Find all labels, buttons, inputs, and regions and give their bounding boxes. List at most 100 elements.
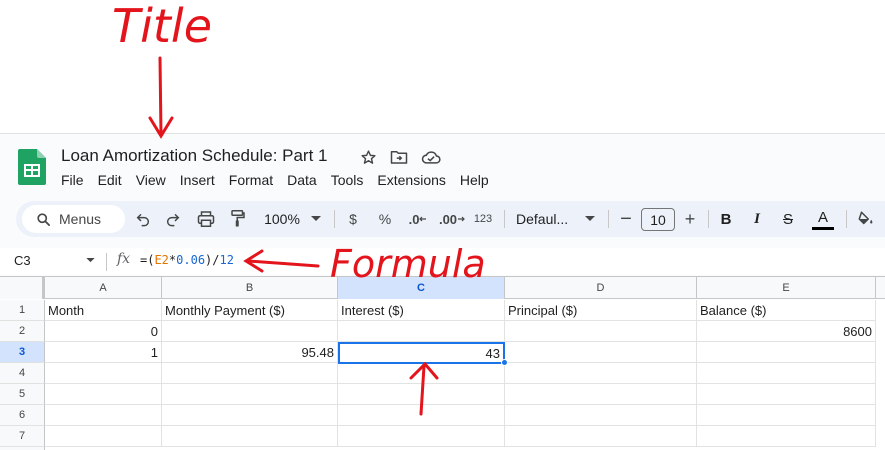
strikethrough-button[interactable]: S bbox=[778, 201, 798, 237]
search-menus-button[interactable]: Menus bbox=[22, 205, 125, 233]
active-cell-c3[interactable]: 43 bbox=[338, 342, 505, 364]
cloud-saved-icon[interactable] bbox=[421, 147, 441, 167]
menu-extensions[interactable]: Extensions bbox=[370, 170, 452, 190]
cell-e2[interactable]: 8600 bbox=[697, 321, 876, 342]
cell-e1[interactable]: Balance ($) bbox=[697, 300, 876, 321]
cell-c5[interactable] bbox=[338, 384, 505, 405]
star-icon[interactable] bbox=[358, 147, 378, 167]
formula-bar: C3 fx =(E2*0.06)/12 bbox=[0, 248, 885, 275]
print-button[interactable] bbox=[194, 201, 218, 237]
cell-a6[interactable] bbox=[45, 405, 162, 426]
name-box-dropdown-icon[interactable] bbox=[86, 258, 95, 263]
row-header-1[interactable]: 1 bbox=[0, 300, 45, 321]
move-to-folder-icon[interactable] bbox=[389, 147, 409, 167]
fill-color-button[interactable] bbox=[854, 201, 878, 237]
cell-a5[interactable] bbox=[45, 384, 162, 405]
text-color-button[interactable]: A bbox=[811, 201, 835, 237]
menu-edit[interactable]: Edit bbox=[91, 170, 129, 190]
row-header-6[interactable]: 6 bbox=[0, 405, 45, 426]
undo-button[interactable] bbox=[132, 201, 154, 237]
row-header-4[interactable]: 4 bbox=[0, 363, 45, 384]
cell-a4[interactable] bbox=[45, 363, 162, 384]
cell-e5[interactable] bbox=[697, 384, 876, 405]
cell-e3[interactable] bbox=[697, 342, 876, 363]
column-header-a[interactable]: A bbox=[45, 277, 162, 299]
cell-d7[interactable] bbox=[505, 426, 697, 447]
cell-e6[interactable] bbox=[697, 405, 876, 426]
fx-icon: fx bbox=[117, 251, 131, 267]
column-header-c[interactable]: C bbox=[338, 277, 505, 299]
annotation-title-label: Title bbox=[112, 0, 212, 53]
row-header-7[interactable]: 7 bbox=[0, 426, 45, 447]
font-dropdown-icon[interactable] bbox=[582, 201, 598, 237]
font-family-select[interactable]: Defaul... bbox=[516, 201, 578, 237]
formula-part: =( bbox=[140, 253, 155, 267]
increase-decimal-button[interactable]: .00 bbox=[438, 201, 466, 237]
cell-b1[interactable]: Monthly Payment ($) bbox=[162, 300, 338, 321]
menu-view[interactable]: View bbox=[129, 170, 173, 190]
row-header-3[interactable]: 3 bbox=[0, 342, 45, 363]
cell-d4[interactable] bbox=[505, 363, 697, 384]
cell-b4[interactable] bbox=[162, 363, 338, 384]
name-box[interactable]: C3 bbox=[14, 253, 31, 268]
column-header-row: A B C D E bbox=[0, 277, 885, 299]
paint-format-button[interactable] bbox=[226, 201, 250, 237]
cell-c2[interactable] bbox=[338, 321, 505, 342]
formula-part: )/ bbox=[205, 253, 220, 267]
font-size-input[interactable]: 10 bbox=[641, 208, 675, 231]
cell-a7[interactable] bbox=[45, 426, 162, 447]
sheets-logo-icon[interactable] bbox=[18, 149, 46, 185]
formula-cell-reference: E2 bbox=[154, 253, 169, 267]
row-header-5[interactable]: 5 bbox=[0, 384, 45, 405]
zoom-select[interactable]: 100% bbox=[260, 201, 304, 237]
menu-tools[interactable]: Tools bbox=[324, 170, 371, 190]
cell-b7[interactable] bbox=[162, 426, 338, 447]
cell-b6[interactable] bbox=[162, 405, 338, 426]
cell-a3[interactable]: 1 bbox=[45, 342, 162, 363]
toolbar-divider bbox=[708, 210, 709, 228]
select-all-corner[interactable] bbox=[0, 277, 45, 299]
increase-font-size-button[interactable]: + bbox=[680, 201, 700, 237]
percent-format-button[interactable]: % bbox=[374, 201, 396, 237]
redo-button[interactable] bbox=[162, 201, 184, 237]
cell-c1[interactable]: Interest ($) bbox=[338, 300, 505, 321]
decrease-font-size-button[interactable]: − bbox=[616, 201, 636, 237]
menu-bar: File Edit View Insert Format Data Tools … bbox=[54, 170, 496, 190]
menu-insert[interactable]: Insert bbox=[173, 170, 222, 190]
currency-format-button[interactable]: $ bbox=[342, 201, 364, 237]
more-formats-button[interactable]: 123 bbox=[472, 201, 494, 237]
cell-c6[interactable] bbox=[338, 405, 505, 426]
column-header-b[interactable]: B bbox=[162, 277, 338, 299]
decrease-decimal-button[interactable]: .0 bbox=[406, 201, 430, 237]
column-header-d[interactable]: D bbox=[505, 277, 697, 299]
cell-e4[interactable] bbox=[697, 363, 876, 384]
cell-b2[interactable] bbox=[162, 321, 338, 342]
cell-b3[interactable]: 95.48 bbox=[162, 342, 338, 363]
fill-handle[interactable] bbox=[501, 359, 508, 366]
menu-file[interactable]: File bbox=[54, 170, 91, 190]
menu-format[interactable]: Format bbox=[222, 170, 280, 190]
cell-b5[interactable] bbox=[162, 384, 338, 405]
search-icon bbox=[37, 212, 50, 226]
menu-data[interactable]: Data bbox=[280, 170, 324, 190]
cell-d1[interactable]: Principal ($) bbox=[505, 300, 697, 321]
cell-a1[interactable]: Month bbox=[45, 300, 162, 321]
cell-d3[interactable] bbox=[505, 342, 697, 363]
column-header-e[interactable]: E bbox=[697, 277, 876, 299]
italic-button[interactable]: I bbox=[747, 201, 767, 237]
cell-d2[interactable] bbox=[505, 321, 697, 342]
cell-d6[interactable] bbox=[505, 405, 697, 426]
cell-c7[interactable] bbox=[338, 426, 505, 447]
document-title[interactable]: Loan Amortization Schedule: Part 1 bbox=[61, 146, 328, 166]
menu-help[interactable]: Help bbox=[453, 170, 496, 190]
formula-input[interactable]: =(E2*0.06)/12 bbox=[140, 253, 234, 267]
zoom-dropdown-icon[interactable] bbox=[308, 201, 324, 237]
cell-d5[interactable] bbox=[505, 384, 697, 405]
bold-button[interactable]: B bbox=[716, 201, 736, 237]
arrow-left-icon bbox=[419, 216, 427, 222]
cell-e7[interactable] bbox=[697, 426, 876, 447]
paint-bucket-icon bbox=[858, 211, 873, 225]
cell-c4[interactable] bbox=[338, 363, 505, 384]
cell-a2[interactable]: 0 bbox=[45, 321, 162, 342]
row-header-2[interactable]: 2 bbox=[0, 321, 45, 342]
